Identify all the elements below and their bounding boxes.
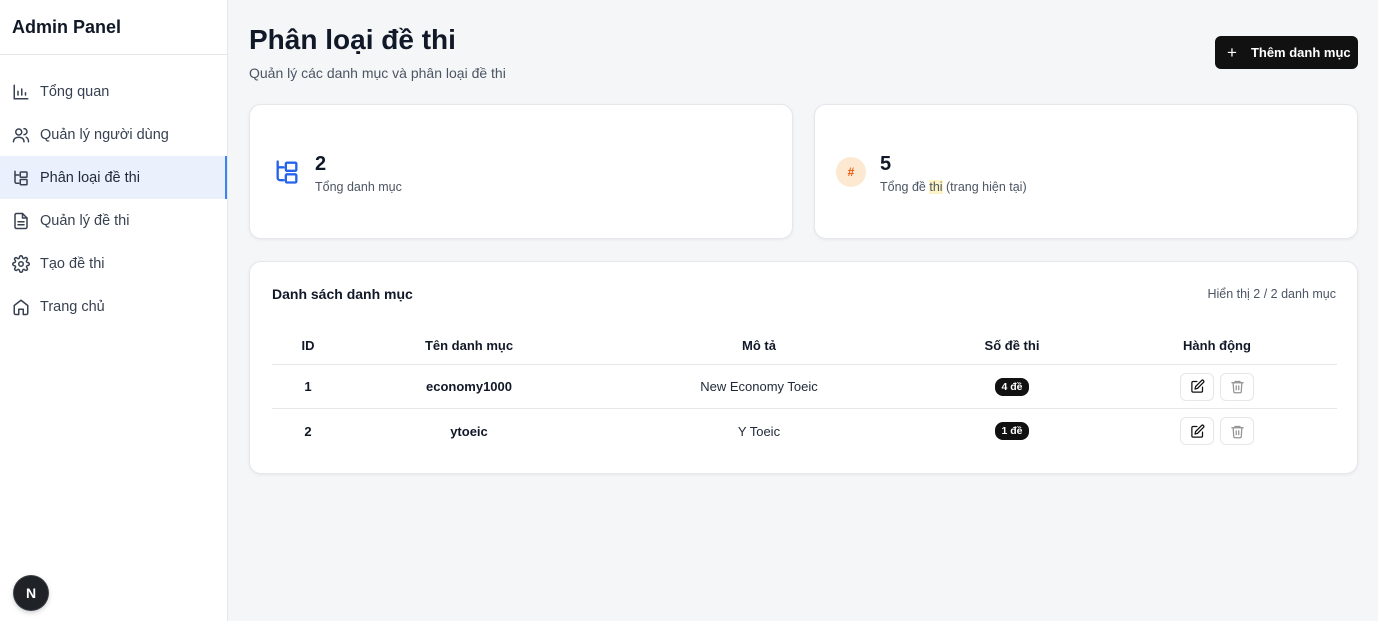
table-row: 1 economy1000 New Economy Toeic 4 đề [272,365,1337,409]
sidebar-item-quan-ly-de-thi[interactable]: Quản lý đề thi [0,199,227,242]
gear-icon [12,254,30,273]
hash-icon: # [836,157,866,187]
edit-icon [1190,379,1204,393]
column-header-count: Số đề thi [984,338,1040,353]
stat-label: Tổng danh mục [315,180,402,194]
count-pill: 4 đề [995,377,1029,396]
stat-label: Tổng đề thi (trang hiện tại) [880,180,1027,194]
cell-id: 1 [304,379,312,394]
stat-label-post: (trang hiện tại) [942,180,1027,194]
sidebar-item-label: Trang chủ [40,298,105,315]
column-header-actions: Hành động [1183,338,1251,353]
plus-icon: + [1227,43,1237,62]
sidebar-item-tao-de-thi[interactable]: Tạo đề thi [0,242,227,285]
table-row: 2 ytoeic Y Toeic 1 đề [272,409,1337,453]
sidebar-item-label: Tổng quan [40,83,110,100]
edit-button[interactable] [1180,372,1214,401]
table-count: Hiển thị 2 / 2 danh mục [1207,287,1336,301]
sidebar-item-quan-ly-nguoi-dung[interactable]: Quản lý người dùng [0,113,227,156]
stat-card-exams: # 5 Tổng đề thi (trang hiện tại) [814,104,1358,239]
delete-button[interactable] [1220,372,1254,401]
cell-id: 2 [304,423,312,439]
edit-icon [1190,424,1204,438]
edit-button[interactable] [1180,417,1214,445]
page-title: Phân loại đề thi [249,24,456,55]
count-pill: 1 đề [995,422,1029,440]
home-icon [12,298,30,316]
stat-value: 5 [880,153,892,175]
table-title: Danh sách danh mục [272,286,413,302]
sidebar-item-trang-chu[interactable]: Trang chủ [0,285,227,328]
folder-tree-icon [272,157,302,187]
cell-count: 1 đề [912,409,1112,453]
add-category-label: Thêm danh mục [1250,45,1351,60]
column-header-desc: Mô tả [742,338,776,353]
users-icon [12,126,30,144]
cell-name: ytoeic [450,423,488,439]
page-subtitle: Quản lý các danh mục và phân loại đề thi [249,65,506,81]
table-header-row: ID Tên danh mục Mô tả Số đề thi Hành độn… [272,327,1337,365]
stat-value: 2 [315,153,327,175]
cell-name: economy1000 [426,379,512,394]
brand-title: Admin Panel [0,0,227,55]
sidebar-item-label: Tạo đề thi [40,255,105,272]
sidebar: Admin Panel Tổng quan Quản lý người dùng… [0,0,228,621]
sidebar-item-phan-loai-de-thi[interactable]: Phân loại đề thi [0,156,227,199]
sidebar-item-tong-quan[interactable]: Tổng quan [0,70,227,113]
sidebar-item-label: Quản lý người dùng [40,126,169,143]
column-header-name: Tên danh mục [424,338,514,353]
bar-chart-icon [12,83,30,101]
add-category-button[interactable]: + Thêm danh mục [1215,36,1358,69]
stat-label-highlight: thi [929,180,943,194]
folder-tree-icon [12,169,30,187]
column-header-id: ID [301,338,315,353]
cell-actions [1117,365,1317,408]
sidebar-item-label: Phân loại đề thi [40,169,140,186]
trash-icon [1230,425,1244,438]
cell-desc: Y Toeic [737,423,781,439]
cell-count: 4 đề [912,365,1112,408]
delete-button[interactable] [1220,417,1254,445]
category-table-card: Danh sách danh mục Hiển thị 2 / 2 danh m… [249,261,1358,474]
stat-label-pre: Tổng đề [880,180,930,194]
sidebar-item-label: Quản lý đề thi [40,212,130,229]
sidebar-nav: Tổng quan Quản lý người dùng Phân loại đ… [0,55,227,328]
trash-icon [1230,380,1244,394]
document-icon [12,212,30,230]
stat-card-categories: 2 Tổng danh mục [249,104,793,239]
cell-actions [1117,409,1317,453]
dev-tools-badge[interactable]: N [14,576,48,610]
cell-desc: New Economy Toeic [700,379,818,394]
category-table: ID Tên danh mục Mô tả Số đề thi Hành độn… [272,327,1337,453]
